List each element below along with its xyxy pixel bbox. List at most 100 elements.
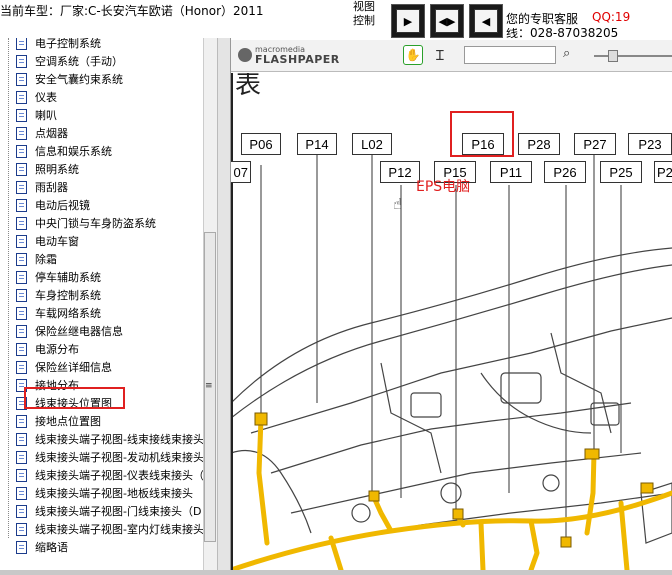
connector-label-07: 07 xyxy=(231,161,251,183)
tree-selection-highlight xyxy=(24,387,125,409)
tree-item[interactable]: 喇叭 xyxy=(16,106,57,124)
next-page-button[interactable]: ▶ xyxy=(391,4,425,38)
document-icon xyxy=(16,288,27,302)
document-icon xyxy=(16,324,27,338)
tree-item[interactable]: 线束接头端子视图-门线束接头（D xyxy=(16,502,201,520)
tree-item-label: 仪表 xyxy=(35,91,57,104)
tree-item-label: 喇叭 xyxy=(35,109,57,122)
logo-product: FLASHPAPER xyxy=(255,53,340,66)
p16-highlight-box xyxy=(450,111,514,157)
tree-item[interactable]: 仪表 xyxy=(16,88,57,106)
tree-connector xyxy=(8,38,10,538)
tree-item-label: 停车辅助系统 xyxy=(35,271,101,284)
tree-item[interactable]: 除霜 xyxy=(16,250,57,268)
connector-label-p06: P06 xyxy=(241,133,281,155)
connector-label-p11: P11 xyxy=(490,161,532,183)
tree-item[interactable]: 中央门锁与车身防盗系统 xyxy=(16,214,156,232)
zoom-slider-track[interactable] xyxy=(594,55,672,57)
tree-item[interactable]: 电动后视镜 xyxy=(16,196,90,214)
tree-item-label: 信息和娱乐系统 xyxy=(35,145,112,158)
connector-label-p28: P28 xyxy=(518,133,560,155)
document-icon xyxy=(16,414,27,428)
tree-item-label: 保险丝详细信息 xyxy=(35,361,112,374)
arrow-left-icon: ◀ xyxy=(474,9,498,33)
tree-item[interactable]: 接地点位置图 xyxy=(16,412,101,430)
tree-item[interactable]: 电源分布 xyxy=(16,340,79,358)
scroll-grip-icon: ≡ xyxy=(205,381,213,391)
document-icon xyxy=(16,342,27,356)
tree-item[interactable]: 照明系统 xyxy=(16,160,79,178)
document-icon xyxy=(16,486,27,500)
document-icon xyxy=(16,450,27,464)
tree-item[interactable]: 雨刮器 xyxy=(16,178,68,196)
document-icon xyxy=(16,90,27,104)
expand-view-button[interactable]: ◀▶ xyxy=(430,4,464,38)
tree-item-label: 车载网络系统 xyxy=(35,307,101,320)
connector-label-p2: P2 xyxy=(654,161,672,183)
bottom-scrollbar[interactable] xyxy=(0,570,672,575)
macromedia-logo-icon xyxy=(238,48,252,62)
zoom-slider-thumb[interactable] xyxy=(608,50,619,62)
text-select-tool-icon[interactable]: Ɪ xyxy=(436,46,444,65)
connector-label-l02: L02 xyxy=(352,133,392,155)
tree-item[interactable]: 车载网络系统 xyxy=(16,304,101,322)
tree-item[interactable]: 线束接头端子视图-地板线束接头 xyxy=(16,484,193,502)
wire-harness xyxy=(231,415,672,570)
document-icon xyxy=(16,522,27,536)
current-vehicle-label: 当前车型：厂家:C-长安汽车欧诺（Honor）2011 xyxy=(0,4,264,18)
page-edge-left xyxy=(231,73,233,570)
tree-item-label: 线束接头端子视图-仪表线束接头（ xyxy=(35,469,203,482)
tree-item[interactable]: 线束接头端子视图-线束接线束接头 xyxy=(16,430,203,448)
qq-contact[interactable]: QQ:19 xyxy=(592,10,630,24)
tree-item-label: 除霜 xyxy=(35,253,57,266)
document-icon xyxy=(16,468,27,482)
document-icon xyxy=(16,126,27,140)
tree-item[interactable]: 电子控制系统 xyxy=(16,38,101,52)
tree-item-label: 空调系统（手动） xyxy=(35,55,123,68)
connector-label-p27: P27 xyxy=(574,133,616,155)
tree-item-label: 接地点位置图 xyxy=(35,415,101,428)
connector-label-p12: P12 xyxy=(380,161,420,183)
tree-item[interactable]: 空调系统（手动） xyxy=(16,52,123,70)
tree-item[interactable]: 点烟器 xyxy=(16,124,68,142)
tree-item-label: 线束接头端子视图-门线束接头（D xyxy=(35,505,202,518)
tree-item-label: 电动车窗 xyxy=(35,235,79,248)
document-icon xyxy=(16,108,27,122)
document-icon xyxy=(16,270,27,284)
search-icon[interactable]: ⌕ xyxy=(563,46,570,61)
search-input[interactable] xyxy=(464,46,556,64)
tree-item[interactable]: 车身控制系统 xyxy=(16,286,101,304)
document-icon xyxy=(16,306,27,320)
eps-annotation: EPS电脑 xyxy=(416,179,471,195)
tree-item[interactable]: 线束接头端子视图-仪表线束接头（ xyxy=(16,466,203,484)
document-icon xyxy=(16,252,27,266)
tree-item[interactable]: 电动车窗 xyxy=(16,232,79,250)
tree-item[interactable]: 保险丝继电器信息 xyxy=(16,322,123,340)
catalog-tree: 电子控制系统空调系统（手动） 安全气囊约束系统 仪表喇叭点烟器信息和娱乐系统 照明系统… xyxy=(0,38,203,570)
document-icon xyxy=(16,198,27,212)
connector-label-p14: P14 xyxy=(297,133,337,155)
tree-item-label: 照明系统 xyxy=(35,163,79,176)
heading-fragment: 表 xyxy=(235,73,261,100)
tree-item[interactable]: 安全气囊约束系统 xyxy=(16,70,123,88)
dashboard-outline xyxy=(231,247,672,544)
phone-contact: 线：028-87038205 xyxy=(506,28,619,38)
prev-page-button[interactable]: ◀ xyxy=(469,4,503,38)
hand-cursor-icon: ☝ xyxy=(393,195,403,213)
tree-item[interactable]: 线束接头端子视图-室内灯线束接头 xyxy=(16,520,203,538)
tree-item[interactable]: 信息和娱乐系统 xyxy=(16,142,112,160)
tree-item[interactable]: 缩略语 xyxy=(16,538,68,556)
tree-item[interactable]: 线束接头端子视图-发动机线束接头 xyxy=(16,448,203,466)
tree-item-label: 安全气囊约束系统 xyxy=(35,73,123,86)
document-icon xyxy=(16,72,27,86)
document-icon xyxy=(16,504,27,518)
hand-icon: ✋ xyxy=(405,48,421,62)
document-icon xyxy=(16,540,27,554)
tree-item-label: 线束接头端子视图-发动机线束接头 xyxy=(35,451,203,464)
panel-splitter[interactable] xyxy=(217,38,231,570)
tree-item[interactable]: 保险丝详细信息 xyxy=(16,358,112,376)
view-control-label: 视图 控制 xyxy=(353,0,375,27)
hand-tool-button[interactable]: ✋ xyxy=(403,45,423,65)
tree-item[interactable]: 停车辅助系统 xyxy=(16,268,101,286)
tree-item-label: 点烟器 xyxy=(35,127,68,140)
